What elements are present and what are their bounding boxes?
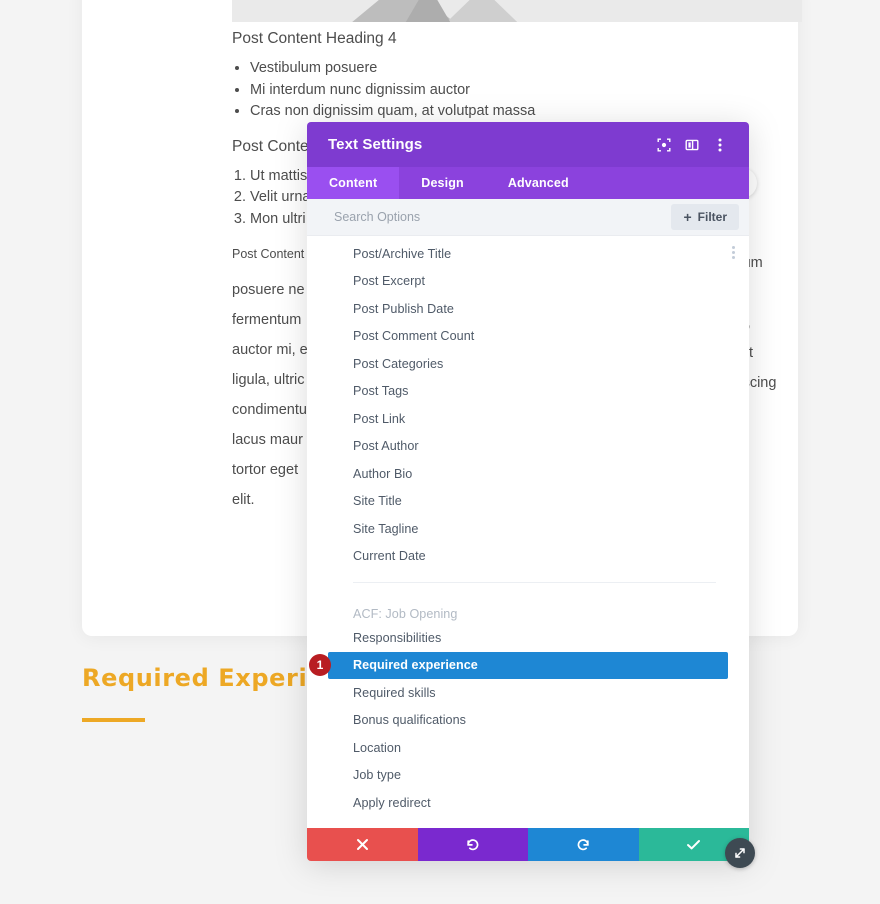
layout-columns-icon[interactable] bbox=[679, 132, 705, 158]
search-options-row: + Filter bbox=[307, 199, 749, 236]
option-bonus-qualifications[interactable]: Bonus qualifications bbox=[328, 707, 742, 735]
option-site-tagline[interactable]: Site Tagline bbox=[328, 515, 742, 543]
option-post-link[interactable]: Post Link bbox=[328, 405, 742, 433]
tab-design[interactable]: Design bbox=[399, 167, 486, 199]
option-current-date[interactable]: Current Date bbox=[328, 543, 742, 571]
option-author-bio[interactable]: Author Bio bbox=[328, 460, 742, 488]
screen-root: Post Content Heading 4 Vestibulum posuer… bbox=[0, 0, 880, 904]
option-group-label-acf-job-opening: ACF: Job Opening bbox=[353, 607, 458, 621]
tab-advanced[interactable]: Advanced bbox=[486, 167, 591, 199]
dynamic-content-dropdown: Post/Archive Title Post Excerpt Post Pub… bbox=[307, 236, 749, 828]
post-heading-4: Post Content Heading 4 bbox=[232, 30, 397, 47]
modal-header: Text Settings bbox=[307, 122, 749, 167]
modal-title: Text Settings bbox=[328, 136, 423, 153]
option-required-skills[interactable]: Required skills bbox=[328, 679, 742, 707]
list-item: Vestibulum posuere bbox=[250, 58, 832, 79]
kebab-menu-icon[interactable] bbox=[707, 132, 733, 158]
modal-tabs: Content Design Advanced bbox=[307, 167, 749, 199]
option-site-title[interactable]: Site Title bbox=[328, 488, 742, 516]
undo-button[interactable] bbox=[417, 828, 528, 861]
plus-icon: + bbox=[683, 209, 692, 225]
option-required-experience-label: Required experience bbox=[353, 658, 478, 673]
check-icon bbox=[687, 840, 701, 850]
filter-button[interactable]: + Filter bbox=[671, 204, 739, 230]
option-post-publish-date[interactable]: Post Publish Date bbox=[328, 295, 742, 323]
hero-triangle-center bbox=[400, 0, 456, 22]
option-post-archive-title[interactable]: Post/Archive Title bbox=[328, 240, 742, 268]
target-icon[interactable] bbox=[651, 132, 677, 158]
list-kebab-menu-icon[interactable] bbox=[732, 246, 735, 259]
hero-placeholder-image bbox=[232, 0, 802, 22]
redo-icon bbox=[577, 839, 589, 851]
list-item: Mi interdum nunc dignissim auctor bbox=[250, 80, 832, 101]
tab-content[interactable]: Content bbox=[307, 167, 400, 199]
option-post-tags[interactable]: Post Tags bbox=[328, 378, 742, 406]
search-input[interactable] bbox=[334, 210, 672, 224]
option-post-author[interactable]: Post Author bbox=[328, 433, 742, 461]
option-post-excerpt[interactable]: Post Excerpt bbox=[328, 268, 742, 296]
list-item: Cras non dignissim quam, at volutpat mas… bbox=[250, 101, 832, 122]
close-icon bbox=[356, 839, 368, 850]
option-location[interactable]: Location bbox=[328, 734, 742, 762]
step-badge-1: 1 bbox=[309, 654, 331, 677]
filter-button-label: Filter bbox=[697, 210, 727, 224]
option-apply-redirect[interactable]: Apply redirect bbox=[328, 789, 742, 817]
option-job-type[interactable]: Job type bbox=[328, 762, 742, 790]
post-bullet-list: Vestibulum posuere Mi interdum nunc dign… bbox=[250, 58, 832, 122]
option-post-comment-count[interactable]: Post Comment Count bbox=[328, 323, 742, 351]
modal-action-bar bbox=[307, 828, 749, 861]
option-group-divider bbox=[353, 582, 716, 583]
kebab-dot bbox=[732, 256, 735, 259]
text-settings-modal: Text Settings Content Design Advanced Se… bbox=[307, 122, 749, 861]
option-post-categories[interactable]: Post Categories bbox=[328, 350, 742, 378]
option-required-experience[interactable]: 1 Required experience bbox=[309, 651, 728, 679]
kebab-dot bbox=[732, 246, 735, 249]
title-underline-rule bbox=[82, 718, 145, 722]
resize-diagonal-icon[interactable] bbox=[725, 838, 755, 868]
dynamic-content-option-list: Post/Archive Title Post Excerpt Post Pub… bbox=[309, 240, 742, 828]
redo-button[interactable] bbox=[528, 828, 639, 861]
discard-button[interactable] bbox=[307, 828, 418, 861]
kebab-dot bbox=[732, 251, 735, 254]
undo-icon bbox=[467, 839, 479, 851]
option-responsibilities[interactable]: Responsibilities bbox=[328, 624, 742, 652]
